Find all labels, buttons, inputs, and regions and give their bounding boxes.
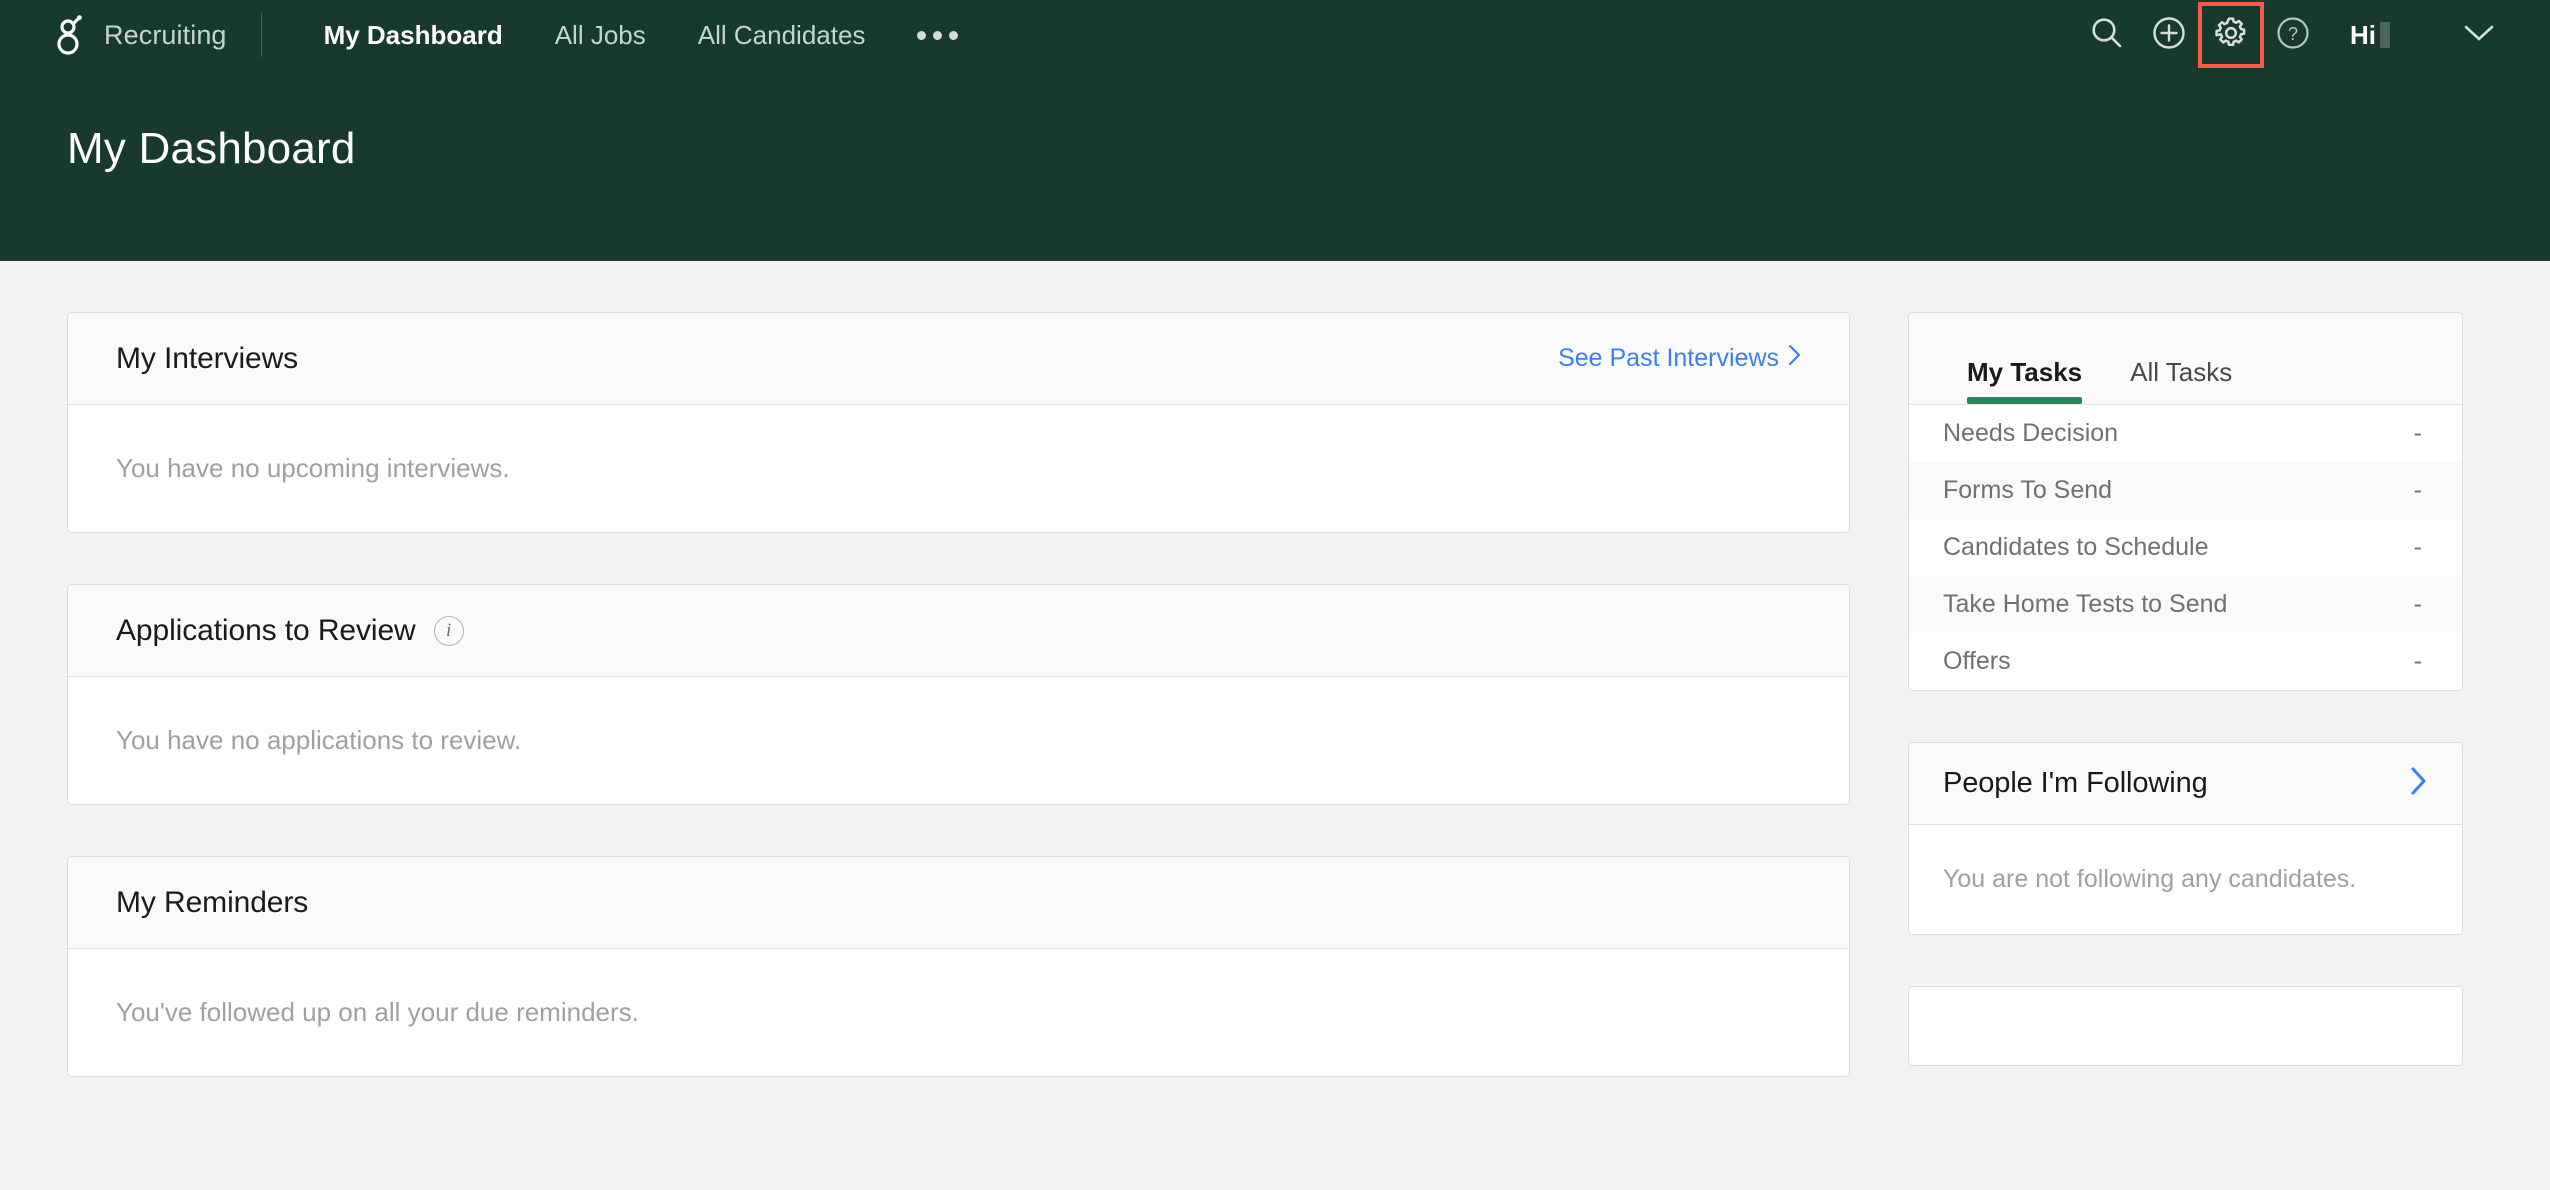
empty-state-my-interviews: You have no upcoming interviews.	[116, 453, 510, 483]
tab-all-tasks[interactable]: All Tasks	[2106, 357, 2256, 404]
account-menu-button[interactable]	[2444, 4, 2514, 66]
help-button[interactable]: ?	[2262, 4, 2324, 66]
main-column: My Interviews See Past Interviews You ha…	[67, 312, 1850, 1128]
see-past-interviews-label: See Past Interviews	[1558, 344, 1779, 372]
sidebar-column: My Tasks All Tasks Needs Decision - Form…	[1908, 312, 2463, 1066]
help-icon: ?	[2276, 16, 2310, 55]
card-title-people-im-following: People I'm Following	[1943, 767, 2208, 799]
tasks-tab-bar: My Tasks All Tasks	[1909, 313, 2462, 405]
nav-item-my-dashboard[interactable]: My Dashboard	[298, 20, 529, 51]
empty-state-people-im-following: You are not following any candidates.	[1943, 865, 2357, 893]
card-header-applications-to-review: Applications to Review i	[68, 585, 1849, 677]
chevron-right-icon	[1788, 344, 1801, 373]
brand-area[interactable]: Recruiting	[54, 14, 227, 56]
gear-icon	[2213, 15, 2249, 56]
card-body-applications-to-review: You have no applications to review.	[68, 677, 1849, 804]
chevron-down-icon	[2462, 22, 2496, 49]
page-title: My Dashboard	[67, 124, 356, 173]
card-body-my-interviews: You have no upcoming interviews.	[68, 405, 1849, 532]
task-count: -	[2413, 419, 2422, 447]
card-body-people-im-following: You are not following any candidates.	[1909, 825, 2462, 934]
nav-item-all-candidates[interactable]: All Candidates	[672, 20, 892, 51]
brand-name-label: Recruiting	[104, 19, 227, 50]
greeting-label: Hi	[2350, 19, 2376, 50]
card-people-im-following: People I'm Following You are not followi…	[1908, 742, 2463, 935]
settings-button[interactable]	[2198, 2, 2264, 68]
nav-item-all-jobs[interactable]: All Jobs	[529, 20, 672, 51]
card-partial-bottom	[1908, 986, 2463, 1066]
search-button[interactable]	[2076, 4, 2138, 66]
nav-divider	[260, 13, 262, 57]
card-header-my-interviews: My Interviews See Past Interviews	[68, 313, 1849, 405]
card-title-my-reminders: My Reminders	[116, 885, 309, 919]
card-title-my-interviews: My Interviews	[116, 341, 299, 375]
tasks-list: Needs Decision - Forms To Send - Candida…	[1909, 405, 2462, 690]
nav-more-menu[interactable]	[891, 30, 984, 40]
task-count: -	[2413, 590, 2422, 618]
empty-state-applications-to-review: You have no applications to review.	[116, 725, 522, 755]
ellipsis-dot-3	[949, 30, 959, 40]
task-row[interactable]: Needs Decision -	[1909, 405, 2462, 462]
user-greeting[interactable]: Hi	[2350, 20, 2390, 51]
task-row[interactable]: Offers -	[1909, 633, 2462, 690]
add-button[interactable]	[2138, 4, 2200, 66]
search-icon	[2090, 16, 2124, 55]
see-past-interviews-link[interactable]: See Past Interviews	[1558, 344, 1801, 373]
task-label: Offers	[1943, 647, 2011, 675]
card-title-applications-label: Applications to Review	[116, 613, 416, 647]
ellipsis-dot-1	[917, 30, 927, 40]
tab-my-tasks[interactable]: My Tasks	[1943, 357, 2106, 404]
svg-text:?: ?	[2288, 24, 2298, 44]
ellipsis-dot-2	[933, 30, 943, 40]
app-header: Recruiting My Dashboard All Jobs All Can…	[0, 0, 2550, 261]
card-applications-to-review: Applications to Review i You have no app…	[67, 584, 1850, 805]
task-row[interactable]: Take Home Tests to Send -	[1909, 576, 2462, 633]
chevron-right-icon[interactable]	[2410, 766, 2428, 801]
task-label: Needs Decision	[1943, 419, 2119, 447]
task-label: Candidates to Schedule	[1943, 533, 2209, 561]
card-header-people-im-following[interactable]: People I'm Following	[1909, 743, 2462, 825]
task-count: -	[2413, 647, 2422, 675]
add-icon	[2152, 16, 2186, 55]
task-row[interactable]: Forms To Send -	[1909, 462, 2462, 519]
card-my-interviews: My Interviews See Past Interviews You ha…	[67, 312, 1850, 533]
info-icon[interactable]: i	[433, 615, 464, 646]
redacted-user-name	[2380, 22, 2390, 48]
card-body-my-reminders: You've followed up on all your due remin…	[68, 949, 1849, 1076]
page-body: My Interviews See Past Interviews You ha…	[0, 261, 2550, 1128]
card-header-my-reminders: My Reminders	[68, 857, 1849, 949]
header-actions: ? Hi	[2076, 2, 2514, 68]
task-label: Take Home Tests to Send	[1943, 590, 2228, 618]
card-title-applications-to-review: Applications to Review i	[116, 614, 464, 648]
top-navigation-bar: Recruiting My Dashboard All Jobs All Can…	[0, 0, 2550, 70]
task-row[interactable]: Candidates to Schedule -	[1909, 519, 2462, 576]
greenhouse-g-logo-icon	[54, 14, 84, 56]
card-my-reminders: My Reminders You've followed up on all y…	[67, 856, 1850, 1077]
task-count: -	[2413, 533, 2422, 561]
card-tasks: My Tasks All Tasks Needs Decision - Form…	[1908, 312, 2463, 691]
empty-state-my-reminders: You've followed up on all your due remin…	[116, 997, 639, 1027]
task-label: Forms To Send	[1943, 476, 2113, 504]
nav-links: My Dashboard All Jobs All Candidates	[298, 20, 985, 51]
task-count: -	[2413, 476, 2422, 504]
